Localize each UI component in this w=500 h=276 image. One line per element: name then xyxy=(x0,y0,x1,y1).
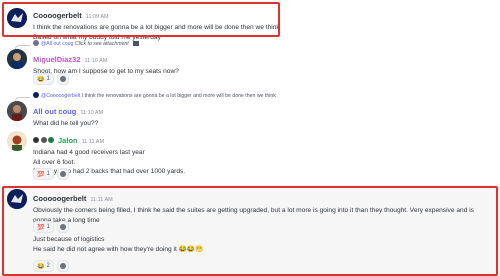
author-name[interactable]: Coooogerbelt xyxy=(33,11,82,20)
smiley-plus-icon xyxy=(59,224,66,230)
avatar-cooooogerbelt[interactable] xyxy=(7,189,27,209)
message-line: All over 6 foot. xyxy=(33,158,76,166)
reaction-count: 1 xyxy=(46,76,50,82)
author-name[interactable]: Cooooogerbelt xyxy=(33,194,86,203)
reaction-count: 1 xyxy=(46,171,50,177)
message-1: Coooogerbelt 11:09 AM I think the renovat… xyxy=(0,2,500,41)
reply-avatar xyxy=(33,40,39,46)
message-2: @All out coug Click to see attachment Mi… xyxy=(0,40,500,86)
reaction-bar: 😂 2 xyxy=(33,260,69,272)
add-reaction-button[interactable] xyxy=(56,168,69,180)
author-name[interactable]: Jalon xyxy=(58,136,78,145)
reaction-bar: 💯 1 xyxy=(33,221,69,233)
reaction-laugh[interactable]: 😂 2 xyxy=(33,260,54,272)
reply-avatar xyxy=(33,92,39,98)
message-line: I think the renovations are gonna be a l… xyxy=(33,24,280,31)
reaction-emoji: 💯 xyxy=(37,171,45,178)
smiley-plus-icon xyxy=(59,76,66,82)
message-3: @Cooooogerbelt I think the renovations a… xyxy=(0,92,500,127)
smiley-plus-icon xyxy=(59,263,66,269)
message-line: Just because of logistics xyxy=(33,236,105,243)
avatar-all-out-coug[interactable] xyxy=(7,101,27,121)
author-name[interactable]: MiguelDiaz32 xyxy=(33,55,81,64)
reply-text[interactable]: Click to see attachment xyxy=(75,41,129,47)
add-reaction-button[interactable] xyxy=(56,260,69,272)
reaction-emoji: 😂 xyxy=(37,76,45,83)
avatar-migueldiaz32[interactable] xyxy=(7,49,27,69)
reaction-100[interactable]: 💯 1 xyxy=(33,168,54,180)
reaction-emoji: 💯 xyxy=(37,224,45,231)
reaction-laugh[interactable]: 😂 1 xyxy=(33,73,54,85)
reaction-count: 2 xyxy=(46,263,50,269)
timestamp: 11:09 AM xyxy=(85,14,109,20)
role-badge-icons xyxy=(33,137,56,145)
reply-author[interactable]: @All out coug xyxy=(41,41,73,47)
message-line: Obviously the corners being filled, I th… xyxy=(33,207,474,224)
smiley-plus-icon xyxy=(59,171,66,177)
timestamp: 11:11 AM xyxy=(81,139,105,145)
reply-text[interactable]: I think the renovations are gonna be a l… xyxy=(82,93,276,99)
badge-icon xyxy=(48,137,55,143)
timestamp: 11:10 AM xyxy=(84,58,108,64)
reply-preview[interactable]: @Cooooogerbelt I think the renovations a… xyxy=(33,92,276,99)
message-line: He said he did not agree with how they'r… xyxy=(33,245,204,253)
message-line: But they also had 2 backs that had over … xyxy=(33,168,186,176)
reaction-bar: 💯 1 xyxy=(33,168,69,180)
add-reaction-button[interactable] xyxy=(56,73,69,85)
add-reaction-button[interactable] xyxy=(56,221,69,233)
reaction-count: 1 xyxy=(46,224,50,230)
reply-preview[interactable]: @All out coug Click to see attachment xyxy=(33,40,140,47)
message-line: Shoot, how am I suppose to get to my sea… xyxy=(33,68,179,75)
message-4: Jalon 11:11 AM Indiana had 4 good receive… xyxy=(0,128,500,180)
timestamp: 11:11 AM xyxy=(90,197,113,203)
message-5: Cooooogerbelt 11:11 AM Obviously the corn… xyxy=(0,187,500,275)
avatar-cooogerbelt[interactable] xyxy=(7,8,27,28)
badge-icon xyxy=(33,137,39,143)
reaction-bar: 😂 1 xyxy=(33,73,69,85)
author-name[interactable]: All out coug xyxy=(33,107,76,116)
reaction-emoji: 😂 xyxy=(37,263,45,270)
message-line: Indiana had 4 good receivers last year xyxy=(33,149,145,156)
reaction-100[interactable]: 💯 1 xyxy=(33,221,54,233)
reply-author[interactable]: @Cooooogerbelt xyxy=(41,93,80,99)
badge-icon xyxy=(40,137,47,143)
image-icon xyxy=(133,41,140,46)
avatar-jalon[interactable] xyxy=(7,131,27,151)
timestamp: 11:10 AM xyxy=(80,110,104,116)
